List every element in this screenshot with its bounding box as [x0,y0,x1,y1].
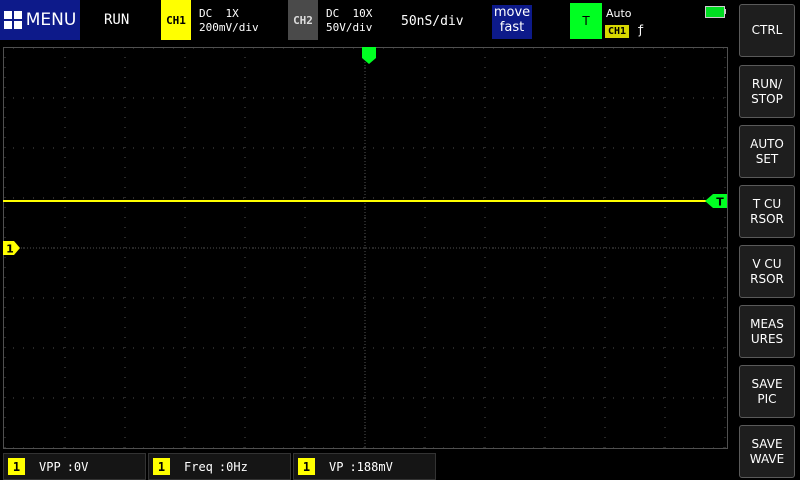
t-cursor-button[interactable]: T CU RSOR [739,185,795,238]
timebase[interactable]: 50nS/div [401,14,464,29]
v-cursor-button[interactable]: V CU RSOR [739,245,795,298]
measurement-channel-badge: 1 [153,458,170,475]
measurement-value: :188mV [349,459,393,474]
menu-button[interactable]: MENU [0,0,80,40]
trigger-source: CH1 [605,25,630,38]
ch1-offset-label: 1 [6,243,14,256]
rising-edge-icon: ƒ [637,23,645,37]
run-state: RUN [104,12,130,28]
waveform-screen[interactable]: T 1 [3,47,728,449]
trigger-level-label: T [716,196,724,209]
move-mode-line2: fast [499,20,525,35]
measurement-vp[interactable]: 1 VP :188mV [293,453,436,480]
ctrl-button[interactable]: CTRL [739,4,795,57]
trigger-level-marker[interactable]: T [705,194,727,209]
measurement-name: VPP [39,459,61,474]
run-stop-button[interactable]: RUN/ STOP [739,65,795,118]
auto-set-button[interactable]: AUTO SET [739,125,795,178]
save-wave-button[interactable]: SAVE WAVE [739,425,795,478]
move-mode-button[interactable]: move fast [492,5,532,39]
menu-label: MENU [25,10,77,30]
ch2-scale: 50V/div [326,21,373,34]
measurement-value: :0Hz [218,459,248,474]
battery-icon [705,6,725,18]
ch1-offset-marker[interactable]: 1 [3,241,20,256]
ch2-badge[interactable]: CH2 [288,0,318,40]
measures-button[interactable]: MEAS URES [739,305,795,358]
save-pic-button[interactable]: SAVE PIC [739,365,795,418]
measurement-channel-badge: 1 [298,458,315,475]
measurement-vpp[interactable]: 1 VPP :0V [3,453,146,480]
ch2-settings[interactable]: DC 10X 50V/div [326,7,372,35]
measurement-channel-badge: 1 [8,458,25,475]
trigger-badge[interactable]: T [570,3,602,39]
trigger-position-icon [362,47,376,64]
ch1-settings[interactable]: DC 1X 200mV/div [199,7,259,35]
measurement-name: VP [329,459,344,474]
move-mode-line1: move [493,5,531,20]
measurement-name: Freq [184,459,213,474]
trigger-position-marker[interactable] [362,47,376,64]
menu-grid-icon [3,11,22,29]
trigger-mode: Auto [606,7,632,20]
measurement-value: :0V [66,459,89,474]
graticule [3,47,728,449]
ch1-badge[interactable]: CH1 [161,0,191,40]
ch1-scale: 200mV/div [199,21,259,34]
ch2-coupling: DC 10X [326,7,373,20]
ch1-coupling: DC 1X [199,7,239,20]
battery-tip [724,9,726,14]
measurement-freq[interactable]: 1 Freq :0Hz [148,453,291,480]
